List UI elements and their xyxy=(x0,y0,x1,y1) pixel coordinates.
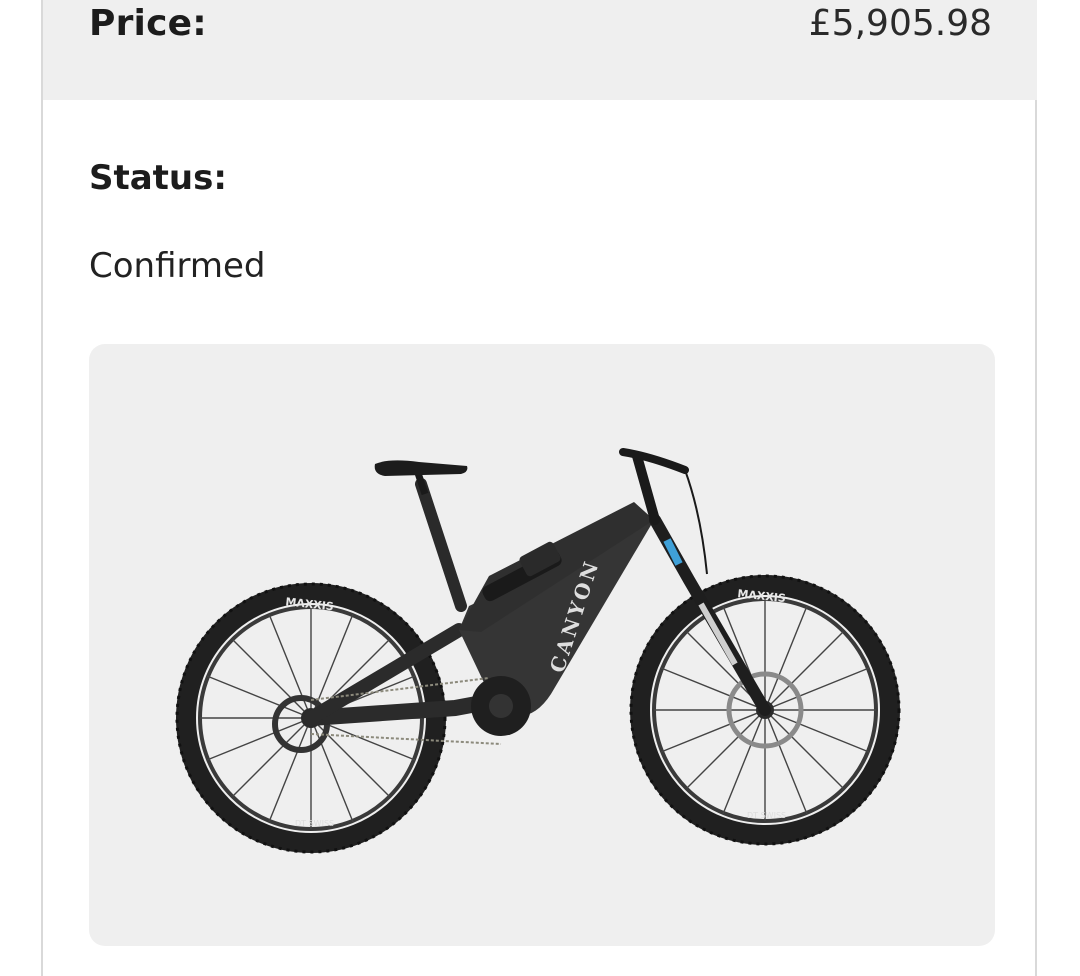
price-label: Price: xyxy=(89,3,207,44)
bike-frame xyxy=(303,448,771,745)
status-value: Confirmed xyxy=(89,246,266,286)
order-detail-card: Price: £5,905.98 Status: Confirmed MAXXI… xyxy=(41,0,1037,976)
product-image[interactable]: MAXXIS MAXXIS DT SWISS DT SWISS CANYON xyxy=(89,344,995,946)
front-rim-brand: DT SWISS xyxy=(747,811,786,820)
rear-rim-brand: DT SWISS xyxy=(295,819,334,828)
price-value: £5,905.98 xyxy=(808,3,992,44)
status-label: Status: xyxy=(89,158,227,198)
bike-image: MAXXIS MAXXIS DT SWISS DT SWISS CANYON xyxy=(175,448,901,854)
price-row: Price: £5,905.98 xyxy=(43,0,1037,100)
